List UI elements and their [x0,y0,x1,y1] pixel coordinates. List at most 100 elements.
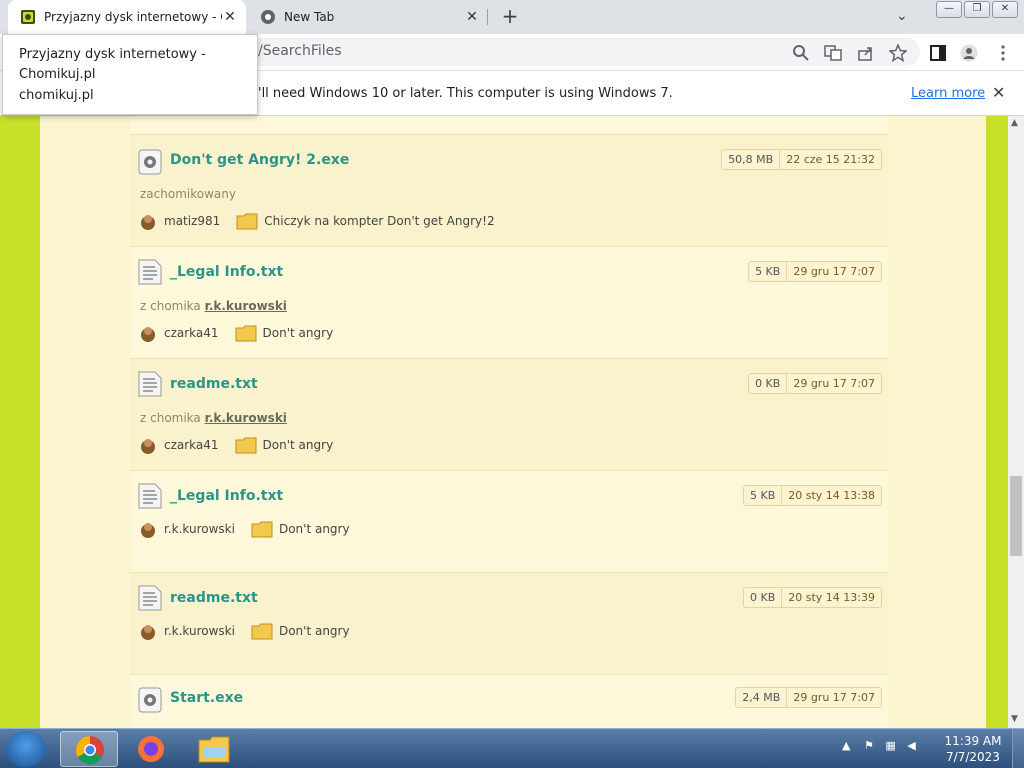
file-link[interactable]: readme.txt [170,590,258,606]
scroll-up-arrow-icon[interactable]: ▲ [1011,118,1018,128]
file-link[interactable]: readme.txt [170,376,258,392]
star-icon[interactable] [889,44,907,62]
network-icon[interactable]: ▦ [885,739,895,752]
learn-more-link[interactable]: Learn more [911,86,985,101]
tab-chomikuj[interactable]: Przyjazny dysk internetowy - Chomikuj.pl… [8,0,246,34]
owner-link[interactable]: r.k.kurowski [164,522,235,536]
infobar-close-icon[interactable]: ✕ [992,83,1005,102]
list-item: _Legal Info.txt 5 KB 20 sty 14 13:38 r.k… [130,470,888,572]
file-origin: z chomika r.k.kurowski [140,299,287,313]
file-date: 29 gru 17 7:07 [793,265,875,278]
file-size: 0 KB [749,374,788,393]
menu-icon[interactable] [994,44,1012,62]
clock-date: 7/7/2023 [946,750,1000,764]
owner-link[interactable]: czarka41 [164,326,219,340]
tab-close-icon[interactable]: ✕ [464,9,480,25]
window-close-icon[interactable]: ✕ [992,1,1018,18]
clock-time: 11:39 AM [944,734,1002,748]
owner-row: r.k.kurowski Don't angry [138,621,350,641]
owner-row: czarka41 Don't angry [138,435,333,455]
tab-title: Przyjazny dysk internetowy - Chomikuj.pl [44,10,222,24]
scroll-down-arrow-icon[interactable]: ▼ [1011,714,1018,724]
volume-muted-icon[interactable]: ◀ [907,739,915,752]
txt-file-icon [138,483,162,509]
list-item: Start.exe 2,4 MB 29 gru 17 7:07 [130,674,888,728]
system-tray: ▲ ⚑ ▦ ◀ [842,739,916,752]
file-date: 29 gru 17 7:07 [793,691,875,704]
restore-icon[interactable]: ❐ [964,1,990,18]
file-link[interactable]: Don't get Angry! 2.exe [170,152,349,168]
hamster-avatar-icon [141,523,155,538]
origin-text: z chomika [140,299,201,313]
hamster-avatar-icon [141,439,155,454]
profile-icon[interactable] [960,44,978,62]
folder-link[interactable]: Chiczyk na kompter Don't get Angry!2 [264,214,494,228]
folder-icon [235,437,257,454]
firefox-icon [138,736,164,762]
folder-link[interactable]: Don't angry [263,326,334,340]
page-viewport: Don't get Angry! 2.exe 50,8 MB 22 cze 15… [0,116,1008,728]
action-center-flag-icon[interactable]: ⚑ [864,739,874,752]
file-link[interactable]: _Legal Info.txt [170,488,283,504]
windows-taskbar: ▲ ⚑ ▦ ◀ 11:39 AM 7/7/2023 [0,728,1024,768]
url-text: /SearchFiles [258,43,342,59]
file-date: 22 cze 15 21:32 [786,153,875,166]
folder-icon [251,623,273,640]
folder-link[interactable]: Don't angry [279,624,350,638]
origin-text: z chomika [140,411,201,425]
tab-search-chevron-icon[interactable]: ⌄ [896,8,908,24]
file-meta: 5 KB 20 sty 14 13:38 [742,485,882,506]
file-size: 5 KB [749,262,788,281]
search-icon[interactable] [792,44,810,62]
file-size: 0 KB [744,588,783,607]
file-size: 2,4 MB [736,688,788,707]
show-hidden-icons[interactable]: ▲ [842,739,850,752]
minimize-icon[interactable]: — [936,1,962,18]
vertical-scrollbar[interactable]: ▲ ▼ [1008,116,1024,728]
txt-file-icon [138,259,162,285]
tab-close-icon[interactable]: ✕ [222,9,238,25]
chrome-icon [76,736,104,764]
list-item-partial [130,116,888,134]
file-link[interactable]: _Legal Info.txt [170,264,283,280]
owner-link[interactable]: matiz981 [164,214,220,228]
hamster-avatar-icon [141,215,155,230]
owner-row: r.k.kurowski Don't angry [138,519,350,539]
scrollbar-thumb[interactable] [1010,476,1022,556]
content-panel: Don't get Angry! 2.exe 50,8 MB 22 cze 15… [40,116,986,728]
tab-new-tab[interactable]: New Tab ✕ [248,0,488,34]
exe-gear-icon [138,149,162,175]
folder-link[interactable]: Don't angry [263,438,334,452]
list-item: readme.txt 0 KB 29 gru 17 7:07 z chomika… [130,358,888,470]
window-controls: — ❐ ✕ [936,1,1018,18]
owner-link[interactable]: r.k.kurowski [164,624,235,638]
file-size: 50,8 MB [722,150,781,169]
new-tab-button[interactable]: + [498,5,522,29]
hover-card-title: Przyjazny dysk internetowy - Chomikuj.pl [19,47,206,82]
file-date: 20 sty 14 13:38 [788,489,875,502]
start-button-icon[interactable] [6,731,46,767]
file-meta: 0 KB 20 sty 14 13:39 [742,587,882,608]
origin-text: zachomikowany [140,187,236,201]
taskbar-item-explorer[interactable] [184,731,242,767]
folder-icon [251,521,273,538]
chomikuj-favicon-icon [21,10,35,24]
show-desktop-button[interactable] [1012,729,1024,768]
origin-user-link[interactable]: r.k.kurowski [205,299,287,313]
taskbar-clock[interactable]: 11:39 AM 7/7/2023 [940,733,1006,765]
txt-file-icon [138,371,162,397]
sidebar-icon[interactable] [929,44,947,62]
taskbar-item-firefox[interactable] [122,731,180,767]
file-size: 5 KB [744,486,783,505]
folder-icon [235,325,257,342]
taskbar-item-chrome[interactable] [60,731,118,767]
list-item: _Legal Info.txt 5 KB 29 gru 17 7:07 z ch… [130,246,888,358]
folder-link[interactable]: Don't angry [279,522,350,536]
owner-link[interactable]: czarka41 [164,438,219,452]
translate-icon[interactable] [824,44,842,62]
share-icon[interactable] [857,44,875,62]
file-link[interactable]: Start.exe [170,690,243,706]
folder-icon [236,213,258,230]
hamster-avatar-icon [141,327,155,342]
origin-user-link[interactable]: r.k.kurowski [205,411,287,425]
